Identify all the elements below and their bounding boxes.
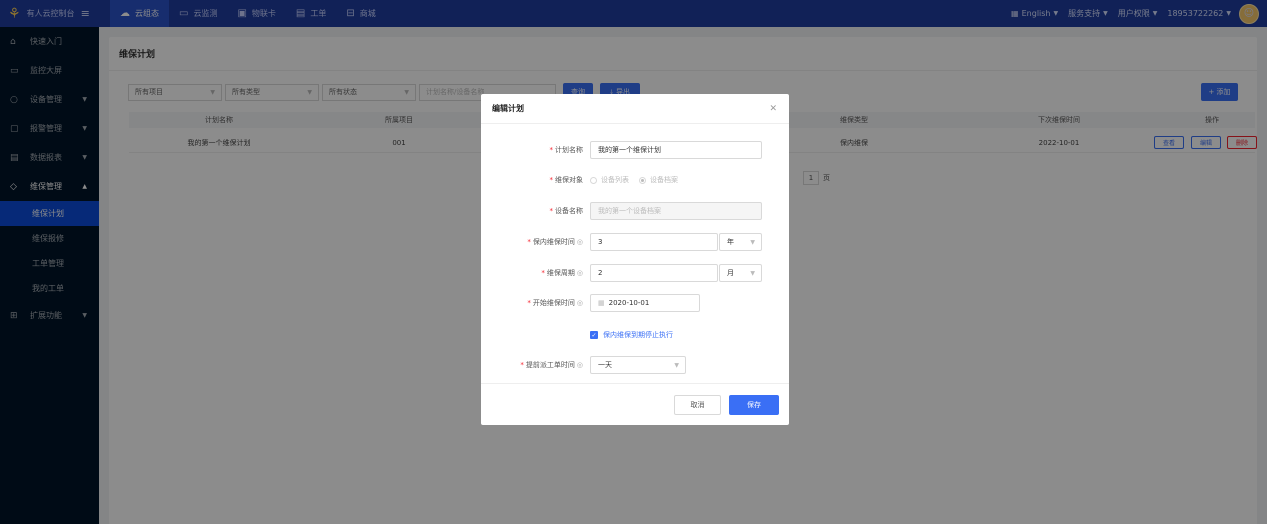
label-text: 提前派工单时间 xyxy=(525,361,575,369)
required-mark: * xyxy=(549,146,554,154)
row-start-time: * 开始维保时间 ◎ ▦ 2020-10-01 xyxy=(481,294,789,312)
row-period: * 维保周期 ◎ 2 月 ▼ xyxy=(481,264,789,282)
close-icon[interactable]: ✕ xyxy=(769,104,777,114)
label-text: 保内维保时间 xyxy=(532,238,575,246)
label-text: 维保对象 xyxy=(555,176,583,184)
radio-device-archive[interactable]: 设备档案 xyxy=(639,175,678,185)
row-warranty-time: * 保内维保时间 ◎ 3 年 ▼ xyxy=(481,233,789,251)
advance-label: * 提前派工单时间 ◎ xyxy=(520,360,583,370)
stop-on-expire-checkbox[interactable]: ✓ 保内维保到期停止执行 xyxy=(590,330,673,340)
row-plan-name: * 计划名称 我的第一个维保计划 xyxy=(481,141,789,159)
modal-header: 编辑计划 ✕ xyxy=(481,94,789,124)
modal-footer: 取消 保存 xyxy=(481,383,789,425)
question-icon[interactable]: ◎ xyxy=(577,361,583,369)
question-icon[interactable]: ◎ xyxy=(577,299,583,307)
caret-down-icon: ▼ xyxy=(750,269,755,277)
radio-label: 设备列表 xyxy=(601,176,629,184)
radio-label: 设备档案 xyxy=(650,176,678,184)
target-radio-group: 设备列表 设备档案 xyxy=(590,175,678,185)
caret-down-icon: ▼ xyxy=(674,361,679,369)
label-text: 计划名称 xyxy=(555,146,583,154)
start-date-value: 2020-10-01 xyxy=(608,299,650,307)
row-device-name: * 设备名称 我的第一个设备档案 xyxy=(481,202,789,220)
question-icon[interactable]: ◎ xyxy=(577,269,583,277)
required-mark: * xyxy=(549,207,554,215)
start-date-picker[interactable]: ▦ 2020-10-01 xyxy=(590,294,700,312)
device-name-input: 我的第一个设备档案 xyxy=(590,202,762,220)
advance-value: 一天 xyxy=(598,361,612,369)
required-mark: * xyxy=(549,176,554,184)
label-text: 设备名称 xyxy=(555,207,583,215)
row-target: * 维保对象 设备列表 设备档案 xyxy=(481,171,789,189)
required-mark: * xyxy=(527,238,531,246)
plan-name-input[interactable]: 我的第一个维保计划 xyxy=(590,141,762,159)
required-mark: * xyxy=(527,299,531,307)
edit-plan-dialog: 编辑计划 ✕ * 计划名称 我的第一个维保计划 * 维保对象 设备列表 设备档案 *… xyxy=(481,94,789,425)
modal-title: 编辑计划 xyxy=(492,104,524,113)
period-input[interactable]: 2 xyxy=(590,264,718,282)
unit-value: 月 xyxy=(727,269,734,277)
unit-value: 年 xyxy=(727,238,734,246)
radio-device-list[interactable]: 设备列表 xyxy=(590,175,629,185)
question-icon[interactable]: ◎ xyxy=(577,238,583,246)
device-name-label: * 设备名称 xyxy=(550,206,584,216)
target-label: * 维保对象 xyxy=(550,175,584,185)
warranty-time-input[interactable]: 3 xyxy=(590,233,718,251)
checkbox-label: 保内维保到期停止执行 xyxy=(603,331,673,339)
advance-select[interactable]: 一天 ▼ xyxy=(590,356,686,374)
period-label: * 维保周期 ◎ xyxy=(541,268,583,278)
cancel-button[interactable]: 取消 xyxy=(674,395,721,415)
warranty-time-label: * 保内维保时间 ◎ xyxy=(527,237,583,247)
label-text: 维保周期 xyxy=(546,269,575,277)
save-button[interactable]: 保存 xyxy=(729,395,779,415)
radio-icon xyxy=(590,176,597,184)
required-mark: * xyxy=(541,269,545,277)
label-text: 开始维保时间 xyxy=(532,299,575,307)
required-mark: * xyxy=(520,361,524,369)
caret-down-icon: ▼ xyxy=(750,238,755,246)
calendar-icon: ▦ xyxy=(598,299,605,307)
checkbox-checked-icon: ✓ xyxy=(590,331,598,339)
warranty-unit-select[interactable]: 年 ▼ xyxy=(719,233,762,251)
start-time-label: * 开始维保时间 ◎ xyxy=(527,298,583,308)
radio-checked-icon xyxy=(639,176,646,184)
plan-name-label: * 计划名称 xyxy=(550,145,584,155)
row-advance: * 提前派工单时间 ◎ 一天 ▼ xyxy=(481,356,789,374)
period-unit-select[interactable]: 月 ▼ xyxy=(719,264,762,282)
